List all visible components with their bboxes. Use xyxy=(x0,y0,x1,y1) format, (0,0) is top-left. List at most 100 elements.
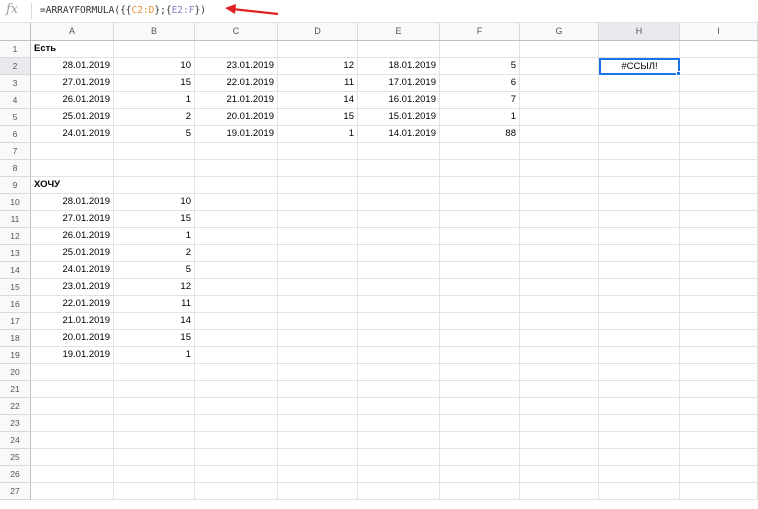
cell-g21[interactable] xyxy=(520,381,599,398)
cell-b9[interactable] xyxy=(114,177,195,194)
cell-g2[interactable] xyxy=(520,58,599,75)
fill-handle[interactable] xyxy=(676,71,681,76)
cell-h5[interactable] xyxy=(599,109,680,126)
row-header[interactable]: 24 xyxy=(0,432,31,449)
cell-g6[interactable] xyxy=(520,126,599,143)
cell-e2[interactable]: 18.01.2019 xyxy=(358,58,440,75)
cell-i8[interactable] xyxy=(680,160,758,177)
cell-c15[interactable] xyxy=(195,279,278,296)
cell-i16[interactable] xyxy=(680,296,758,313)
cell-f22[interactable] xyxy=(440,398,520,415)
cell-e13[interactable] xyxy=(358,245,440,262)
row-header[interactable]: 5 xyxy=(0,109,31,126)
cell-f27[interactable] xyxy=(440,483,520,500)
cell-h7[interactable] xyxy=(599,143,680,160)
cell-f6[interactable]: 88 xyxy=(440,126,520,143)
cell-e19[interactable] xyxy=(358,347,440,364)
cell-b18[interactable]: 15 xyxy=(114,330,195,347)
cell-f25[interactable] xyxy=(440,449,520,466)
cell-i25[interactable] xyxy=(680,449,758,466)
cell-a21[interactable] xyxy=(31,381,114,398)
cell-f20[interactable] xyxy=(440,364,520,381)
cell-d5[interactable]: 15 xyxy=(278,109,358,126)
cell-i15[interactable] xyxy=(680,279,758,296)
row-header[interactable]: 17 xyxy=(0,313,31,330)
cell-b27[interactable] xyxy=(114,483,195,500)
cell-h20[interactable] xyxy=(599,364,680,381)
cell-a6[interactable]: 24.01.2019 xyxy=(31,126,114,143)
row-header[interactable]: 11 xyxy=(0,211,31,228)
cell-e26[interactable] xyxy=(358,466,440,483)
cell-h22[interactable] xyxy=(599,398,680,415)
cell-c2[interactable]: 23.01.2019 xyxy=(195,58,278,75)
cell-c19[interactable] xyxy=(195,347,278,364)
cell-c24[interactable] xyxy=(195,432,278,449)
cell-d13[interactable] xyxy=(278,245,358,262)
cell-e11[interactable] xyxy=(358,211,440,228)
cell-e21[interactable] xyxy=(358,381,440,398)
cell-a7[interactable] xyxy=(31,143,114,160)
cell-d15[interactable] xyxy=(278,279,358,296)
cell-h1[interactable] xyxy=(599,41,680,58)
cell-i6[interactable] xyxy=(680,126,758,143)
cell-b20[interactable] xyxy=(114,364,195,381)
cell-f26[interactable] xyxy=(440,466,520,483)
row-header[interactable]: 6 xyxy=(0,126,31,143)
cell-a17[interactable]: 21.01.2019 xyxy=(31,313,114,330)
cell-b14[interactable]: 5 xyxy=(114,262,195,279)
cell-c23[interactable] xyxy=(195,415,278,432)
cell-a12[interactable]: 26.01.2019 xyxy=(31,228,114,245)
row-header[interactable]: 19 xyxy=(0,347,31,364)
cell-d27[interactable] xyxy=(278,483,358,500)
row-header[interactable]: 8 xyxy=(0,160,31,177)
cell-h18[interactable] xyxy=(599,330,680,347)
cell-b26[interactable] xyxy=(114,466,195,483)
cell-f2[interactable]: 5 xyxy=(440,58,520,75)
column-header-b[interactable]: B xyxy=(114,23,195,40)
cell-e25[interactable] xyxy=(358,449,440,466)
cell-d19[interactable] xyxy=(278,347,358,364)
cell-d8[interactable] xyxy=(278,160,358,177)
cell-h23[interactable] xyxy=(599,415,680,432)
cell-c17[interactable] xyxy=(195,313,278,330)
cell-h21[interactable] xyxy=(599,381,680,398)
cell-d26[interactable] xyxy=(278,466,358,483)
cell-h3[interactable] xyxy=(599,75,680,92)
cell-b3[interactable]: 15 xyxy=(114,75,195,92)
cell-f5[interactable]: 1 xyxy=(440,109,520,126)
cell-a13[interactable]: 25.01.2019 xyxy=(31,245,114,262)
cell-c8[interactable] xyxy=(195,160,278,177)
cell-h2[interactable]: #ССЫЛ! xyxy=(599,58,680,75)
cell-i22[interactable] xyxy=(680,398,758,415)
cell-a9[interactable]: ХОЧУ xyxy=(31,177,114,194)
cell-b13[interactable]: 2 xyxy=(114,245,195,262)
row-header[interactable]: 3 xyxy=(0,75,31,92)
row-header[interactable]: 18 xyxy=(0,330,31,347)
cell-e18[interactable] xyxy=(358,330,440,347)
row-header[interactable]: 12 xyxy=(0,228,31,245)
cell-f9[interactable] xyxy=(440,177,520,194)
cell-a20[interactable] xyxy=(31,364,114,381)
cell-a1[interactable]: Есть xyxy=(31,41,114,58)
cell-f18[interactable] xyxy=(440,330,520,347)
cell-b7[interactable] xyxy=(114,143,195,160)
cell-c6[interactable]: 19.01.2019 xyxy=(195,126,278,143)
column-header-c[interactable]: C xyxy=(195,23,278,40)
row-header[interactable]: 10 xyxy=(0,194,31,211)
cell-b6[interactable]: 5 xyxy=(114,126,195,143)
cell-h10[interactable] xyxy=(599,194,680,211)
cell-e12[interactable] xyxy=(358,228,440,245)
cell-i7[interactable] xyxy=(680,143,758,160)
cell-i18[interactable] xyxy=(680,330,758,347)
cell-b8[interactable] xyxy=(114,160,195,177)
formula-input[interactable]: =ARRAYFORMULA({{C2:D};{E2:F}) xyxy=(40,5,206,16)
cell-g14[interactable] xyxy=(520,262,599,279)
column-header-h[interactable]: H xyxy=(599,23,680,40)
cell-h11[interactable] xyxy=(599,211,680,228)
cell-f13[interactable] xyxy=(440,245,520,262)
cell-h26[interactable] xyxy=(599,466,680,483)
cell-g9[interactable] xyxy=(520,177,599,194)
cell-d9[interactable] xyxy=(278,177,358,194)
cell-c22[interactable] xyxy=(195,398,278,415)
cell-h12[interactable] xyxy=(599,228,680,245)
